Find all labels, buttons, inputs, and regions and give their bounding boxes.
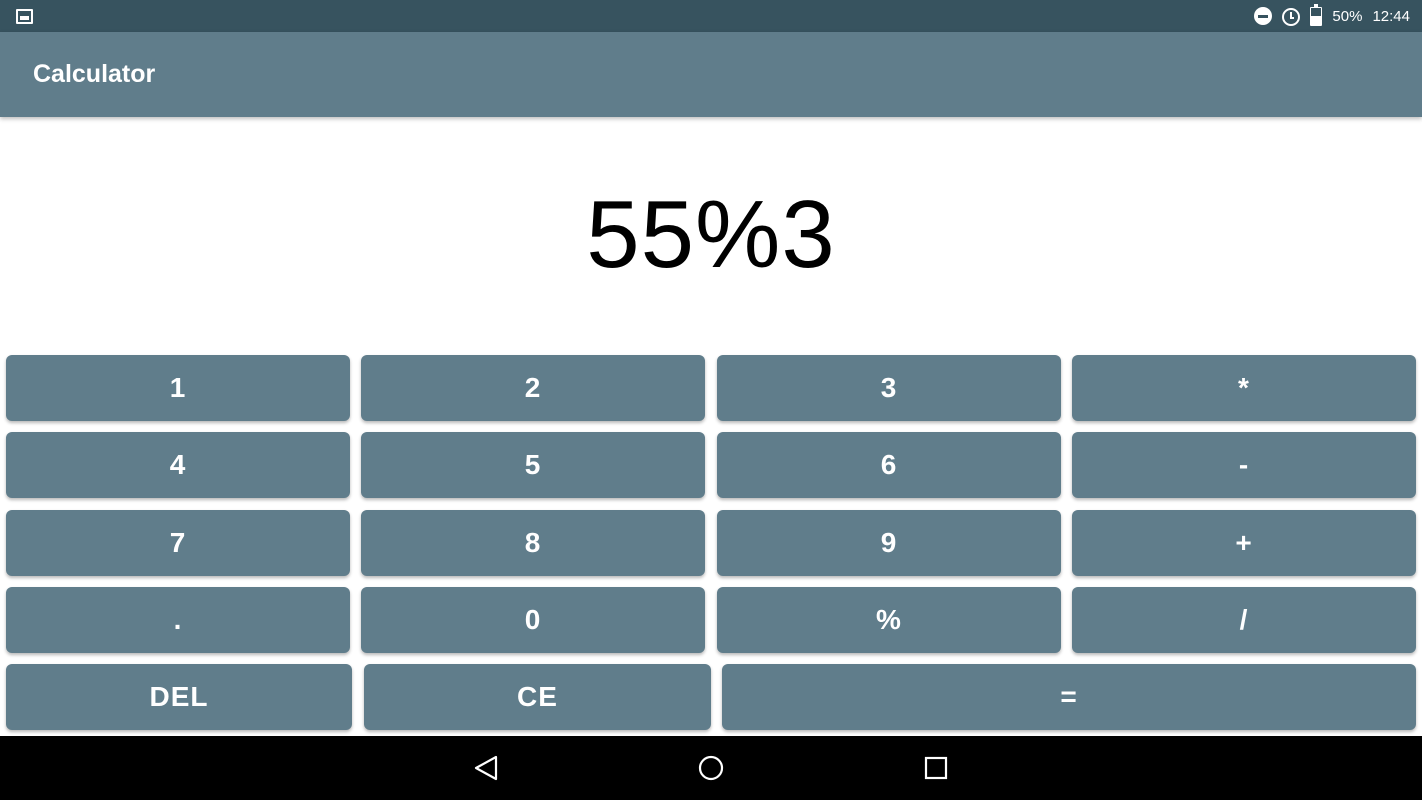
navigation-bar (0, 736, 1422, 800)
key-5[interactable]: 5 (361, 432, 705, 498)
home-icon[interactable] (697, 754, 725, 782)
status-bar: 50% 12:44 (0, 0, 1422, 32)
calculator-display: 55%3 (586, 181, 836, 288)
key-0[interactable]: 0 (361, 587, 705, 653)
status-left (16, 8, 33, 24)
equals-button[interactable]: = (722, 664, 1416, 730)
image-icon (16, 8, 33, 24)
key-7[interactable]: 7 (6, 510, 350, 576)
alarm-icon (1282, 8, 1301, 26)
key-multiply[interactable]: * (1072, 355, 1416, 421)
battery-percent: 50% (1332, 7, 1363, 25)
key-dot[interactable]: . (6, 587, 350, 653)
key-1[interactable]: 1 (6, 355, 350, 421)
battery-icon (1310, 3, 1323, 26)
do-not-disturb-icon (1254, 7, 1273, 25)
delete-button[interactable]: DEL (6, 664, 352, 730)
key-9[interactable]: 9 (717, 510, 1061, 576)
key-plus[interactable]: + (1072, 510, 1416, 576)
key-percent[interactable]: % (717, 587, 1061, 653)
key-divide[interactable]: / (1072, 587, 1416, 653)
back-icon[interactable] (472, 754, 500, 782)
app-title: Calculator (33, 60, 156, 88)
key-8[interactable]: 8 (361, 510, 705, 576)
key-2[interactable]: 2 (361, 355, 705, 421)
clear-entry-button[interactable]: CE (364, 664, 711, 730)
key-4[interactable]: 4 (6, 432, 350, 498)
app-bar: Calculator (0, 32, 1422, 117)
key-6[interactable]: 6 (717, 432, 1061, 498)
status-right: 50% 12:44 (1254, 3, 1410, 26)
recents-icon[interactable] (922, 754, 950, 782)
key-3[interactable]: 3 (717, 355, 1061, 421)
key-minus[interactable]: - (1072, 432, 1416, 498)
status-time: 12:44 (1372, 7, 1410, 25)
